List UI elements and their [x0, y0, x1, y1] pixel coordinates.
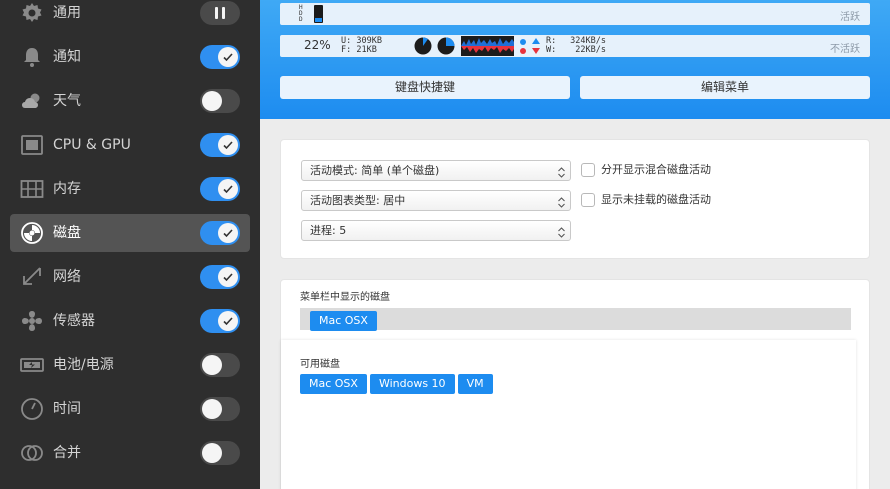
available-disk-tag[interactable]: Windows 10	[369, 374, 455, 394]
disk-settings-card: 活动模式: 简单 (单个磁盘) 活动图表类型: 居中 进程: 5 分开显示混合磁…	[280, 139, 870, 259]
preview-inactive-mode[interactable]: 22% U: 309KB F: 21KB R: W: 324KB/s 22KB/…	[280, 35, 870, 57]
select-arrows-icon	[558, 195, 565, 214]
fan-icon	[20, 309, 44, 333]
select-arrows-icon	[558, 225, 565, 244]
sidebar-item-label: 时间	[53, 401, 81, 417]
available-disk-tag[interactable]: VM	[457, 374, 493, 394]
disk-preview-header: HDD 活跃 22% U: 309KB F: 21KB R: W: 324KB/…	[260, 0, 890, 119]
disk-icon	[20, 221, 44, 245]
sidebar-item-weather[interactable]: 天气	[10, 82, 250, 120]
inactive-status-label: 不活跃	[830, 44, 860, 55]
available-disks-list: Mac OSX Windows 10 VM	[300, 372, 496, 394]
disk-hdd-label: HDD	[299, 4, 303, 23]
cloud-sun-icon	[20, 89, 44, 113]
sidebar-item-label: 电池/电源	[53, 357, 114, 373]
sidebar-item-label: 通知	[53, 49, 81, 65]
sidebar-item-label: 天气	[53, 93, 81, 109]
sidebar: 通用 通知 天气 CPU & GPU 内存 磁盘 网络 传感器 电池/电源 时间…	[0, 0, 260, 489]
active-status-label: 活跃	[840, 12, 860, 23]
sidebar-item-notifications[interactable]: 通知	[10, 38, 250, 76]
split-activity-label: 分开显示混合磁盘活动	[601, 163, 711, 176]
gear-icon	[20, 1, 44, 25]
sidebar-item-battery[interactable]: 电池/电源	[10, 346, 250, 384]
memory-icon	[20, 177, 44, 201]
write-speed-value: 22KB/s	[575, 45, 606, 55]
sidebar-item-disk[interactable]: 磁盘	[10, 214, 250, 252]
sensors-toggle[interactable]	[200, 309, 240, 333]
disk-selection-card: 菜单栏中显示的磁盘 Mac OSX 可用磁盘 Mac OSX Windows 10…	[280, 279, 870, 489]
disk-activity-indicator	[314, 5, 323, 23]
notifications-toggle[interactable]	[200, 45, 240, 69]
disk-activity-graph	[461, 36, 514, 60]
memory-toggle[interactable]	[200, 177, 240, 201]
clock-icon	[20, 397, 44, 421]
sidebar-item-network[interactable]: 网络	[10, 258, 250, 296]
unmounted-activity-checkbox[interactable]	[581, 193, 595, 207]
sidebar-item-memory[interactable]: 内存	[10, 170, 250, 208]
sidebar-item-sensors[interactable]: 传感器	[10, 302, 250, 340]
sidebar-item-general[interactable]: 通用	[10, 0, 250, 32]
preview-active-mode[interactable]: HDD 活跃	[280, 3, 870, 25]
battery-icon	[20, 353, 44, 377]
edit-menu-button[interactable]: 编辑菜单	[580, 76, 870, 99]
available-disk-tag[interactable]: Mac OSX	[300, 374, 367, 394]
process-count-select[interactable]: 进程: 5	[301, 220, 571, 241]
sidebar-item-label: 合并	[53, 445, 81, 461]
network-toggle[interactable]	[200, 265, 240, 289]
keyboard-shortcut-button[interactable]: 键盘快捷键	[280, 76, 570, 99]
available-disks-panel: 可用磁盘 Mac OSX Windows 10 VM	[281, 340, 856, 489]
bell-icon	[20, 45, 44, 69]
disk-usage-percent: 22%	[304, 38, 331, 52]
split-activity-checkbox[interactable]	[581, 163, 595, 177]
network-arrows-icon	[20, 265, 44, 289]
sidebar-item-label: 内存	[53, 181, 81, 197]
weather-toggle[interactable]	[200, 89, 240, 113]
disk-toggle[interactable]	[200, 221, 240, 245]
battery-toggle[interactable]	[200, 353, 240, 377]
write-label: W:	[546, 45, 557, 55]
write-dot-icon	[520, 48, 526, 54]
sidebar-item-combine[interactable]: 合并	[10, 434, 250, 472]
pause-button[interactable]	[200, 1, 240, 25]
sidebar-item-time[interactable]: 时间	[10, 390, 250, 428]
unmounted-activity-label: 显示未挂载的磁盘活动	[601, 193, 711, 206]
sidebar-item-label: 磁盘	[53, 225, 81, 241]
disk-usage-pie-icon	[437, 37, 455, 59]
write-arrow-icon	[532, 48, 540, 54]
menubar-disks-title: 菜单栏中显示的磁盘	[300, 292, 390, 303]
sidebar-item-label: CPU & GPU	[53, 137, 131, 153]
sidebar-item-label: 通用	[53, 5, 81, 21]
free-space-label: F: 21KB	[341, 45, 377, 55]
menubar-disks-dropzone[interactable]: Mac OSX	[300, 308, 851, 331]
sidebar-item-label: 传感器	[53, 313, 95, 329]
read-dot-icon	[520, 39, 526, 45]
graph-type-select[interactable]: 活动图表类型: 居中	[301, 190, 571, 211]
sidebar-item-cpu-gpu[interactable]: CPU & GPU	[10, 126, 250, 164]
combine-toggle[interactable]	[200, 441, 240, 465]
sidebar-item-label: 网络	[53, 269, 81, 285]
menubar-disk-tag[interactable]: Mac OSX	[310, 311, 377, 331]
activity-mode-select[interactable]: 活动模式: 简单 (单个磁盘)	[301, 160, 571, 181]
disk-pie-icon	[414, 37, 432, 59]
read-arrow-icon	[532, 38, 540, 44]
select-arrows-icon	[558, 165, 565, 184]
chip-icon	[20, 133, 44, 157]
cpu-gpu-toggle[interactable]	[200, 133, 240, 157]
combine-circles-icon	[20, 441, 44, 465]
available-disks-title: 可用磁盘	[300, 359, 340, 370]
time-toggle[interactable]	[200, 397, 240, 421]
